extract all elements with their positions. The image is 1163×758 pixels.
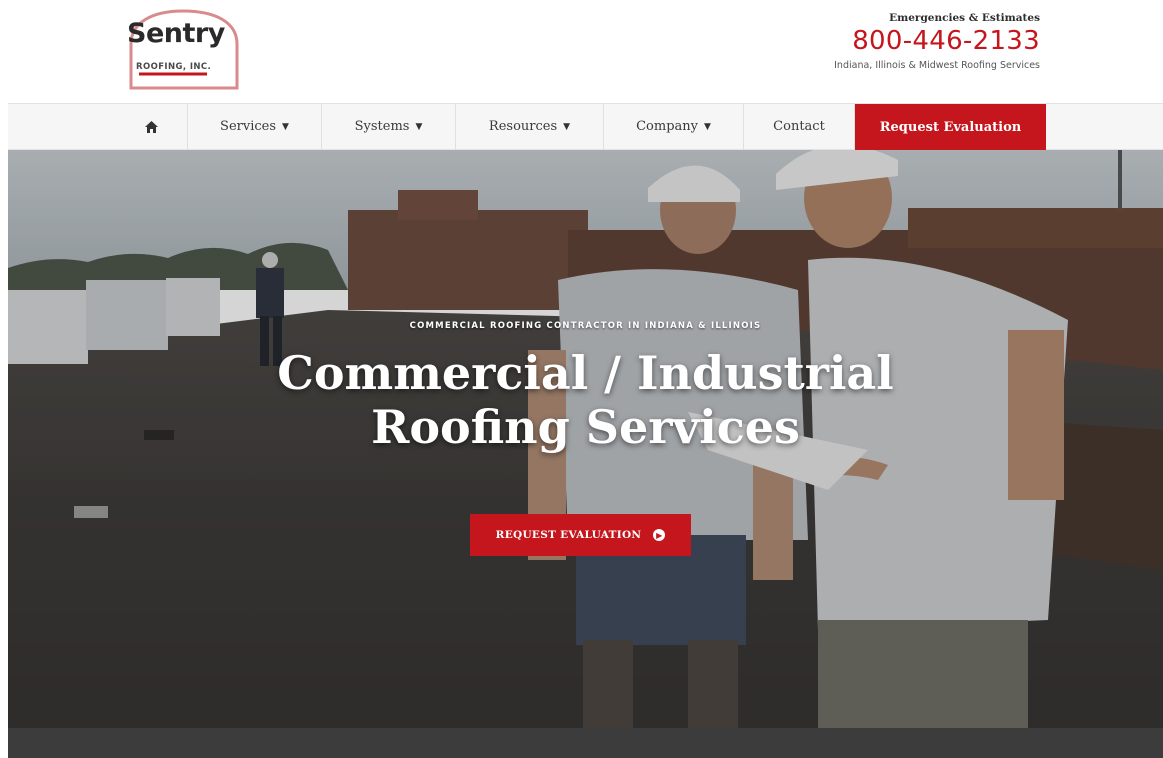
- chevron-down-icon: ▼: [703, 121, 711, 132]
- nav-item-label: Company: [636, 119, 698, 134]
- nav-item-label: Systems: [354, 119, 410, 134]
- nav-home[interactable]: [115, 104, 188, 149]
- hero-eyebrow: COMMERCIAL ROOFING CONTRACTOR IN INDIANA…: [409, 321, 762, 331]
- nav-item-systems[interactable]: Systems ▼: [322, 104, 456, 149]
- request-evaluation-hero-button[interactable]: REQUEST EVALUATION ▶: [470, 514, 691, 556]
- contact-block: Emergencies & Estimates 800-446-2133 Ind…: [834, 12, 1040, 71]
- hero-banner: COMMERCIAL ROOFING CONTRACTOR IN INDIANA…: [8, 150, 1163, 728]
- company-logo[interactable]: Sentry ROOFING, INC.: [123, 8, 245, 94]
- main-nav: Services ▼ Systems ▼ Resources ▼ Company…: [8, 103, 1163, 151]
- page: Sentry ROOFING, INC. Emergencies & Estim…: [0, 0, 1163, 758]
- request-evaluation-nav-button[interactable]: Request Evaluation: [855, 104, 1046, 151]
- nav-item-label: Resources: [488, 119, 558, 134]
- nav-item-label: Services: [220, 119, 277, 134]
- hero-title: Commercial / Industrial Roofing Services: [8, 346, 1163, 454]
- chevron-down-icon: ▼: [282, 121, 289, 132]
- nav-item-label: Contact: [773, 119, 825, 134]
- nav-item-contact[interactable]: Contact: [744, 104, 855, 149]
- hero-title-line-1: Commercial / Industrial: [277, 346, 894, 400]
- logo-subtitle: ROOFING, INC.: [136, 62, 212, 72]
- site-header: Sentry ROOFING, INC. Emergencies & Estim…: [0, 0, 1163, 103]
- nav-item-resources[interactable]: Resources ▼: [456, 104, 604, 149]
- logo-wordmark: Sentry: [127, 18, 225, 49]
- phone-number-link[interactable]: 800-446-2133: [834, 26, 1040, 56]
- hero-button-label: REQUEST EVALUATION: [495, 529, 642, 541]
- nav-item-company[interactable]: Company ▼: [604, 104, 744, 149]
- hero-title-line-2: Roofing Services: [371, 400, 800, 454]
- contact-label: Emergencies & Estimates: [889, 12, 1040, 24]
- service-area-tagline: Indiana, Illinois & Midwest Roofing Serv…: [834, 60, 1040, 71]
- chevron-down-icon: ▼: [415, 121, 423, 132]
- section-band: [8, 728, 1163, 758]
- arrow-circle-right-icon: ▶: [653, 529, 666, 541]
- chevron-down-icon: ▼: [563, 121, 571, 132]
- nav-item-services[interactable]: Services ▼: [188, 104, 322, 149]
- home-icon: [144, 120, 158, 133]
